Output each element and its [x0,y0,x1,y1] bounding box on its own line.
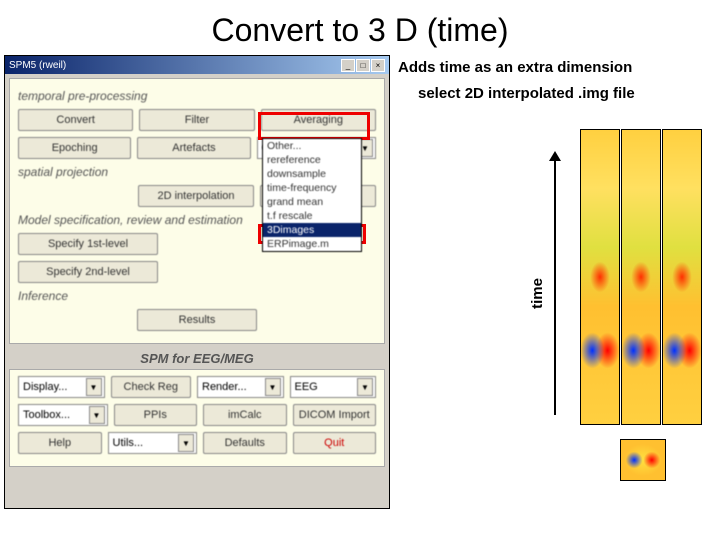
convert-button[interactable]: Convert [18,109,133,131]
render-label: Render... [202,381,247,393]
bottom-panel: Display... ▼ Check Reg Render... ▼ EEG ▼ To… [9,369,385,467]
specify2-button[interactable]: Specify 2nd-level [18,261,158,283]
menu-item-erpimage[interactable]: ERPimage.m [263,237,361,251]
chevron-down-icon[interactable]: ▼ [265,378,281,396]
toolbox-label: Toolbox... [23,409,70,421]
checkreg-button[interactable]: Check Reg [111,376,192,398]
minimize-button[interactable]: _ [341,59,355,72]
display-dropdown[interactable]: Display... ▼ [18,376,105,398]
display-label: Display... [23,381,67,393]
eeg-dropdown[interactable]: EEG ▼ [290,376,377,398]
menu-item-other[interactable]: Other... [263,139,361,153]
dicom-button[interactable]: DICOM Import [293,404,377,426]
menu-item-tfrescale[interactable]: t.f rescale [263,209,361,223]
utils-dropdown[interactable]: Utils... ▼ [108,432,198,454]
eeg-label: EEG [295,381,318,393]
maximize-button[interactable]: □ [356,59,370,72]
heatmap-topo [620,439,666,481]
annotation-select-file: select 2D interpolated .img file [418,85,635,102]
slide-title: Convert to 3 D (time) [0,0,720,55]
menu-item-timefreq[interactable]: time-frequency [263,181,361,195]
menu-item-3dimages[interactable]: 3Dimages [263,223,361,237]
close-button[interactable]: × [371,59,385,72]
render-dropdown[interactable]: Render... ▼ [197,376,284,398]
epoching-button[interactable]: Epoching [18,137,131,159]
averaging-button[interactable]: Averaging [261,109,376,131]
spm-window: SPM5 (rweil) _ □ × temporal pre-processi… [4,55,390,509]
titlebar-buttons: _ □ × [341,59,385,72]
time-axis-label: time [529,278,546,309]
imcalc-button[interactable]: imCalc [203,404,287,426]
arrow-line [554,157,556,415]
artefacts-button[interactable]: Artefacts [137,137,250,159]
heatmap-strip-2 [621,129,661,425]
menu-item-downsample[interactable]: downsample [263,167,361,181]
app-footer-label: SPM for EEG/MEG [5,348,389,369]
specify1-button[interactable]: Specify 1st-level [18,233,158,255]
time-axis-arrow [546,147,562,417]
heatmap-strip-3 [662,129,702,425]
utils-label: Utils... [113,437,144,449]
section-inference: Inference [18,289,376,303]
interp2d-button[interactable]: 2D interpolation [138,185,254,207]
heatmap-strip-1 [580,129,620,425]
window-title: SPM5 (rweil) [9,60,66,71]
menu-item-grandmean[interactable]: grand mean [263,195,361,209]
chevron-down-icon[interactable]: ▼ [178,434,194,452]
results-button[interactable]: Results [137,309,257,331]
section-temporal: temporal pre-processing [18,89,376,103]
menu-item-rereference[interactable]: rereference [263,153,361,167]
chevron-down-icon[interactable]: ▼ [357,378,373,396]
ppis-button[interactable]: PPIs [114,404,198,426]
quit-button[interactable]: Quit [293,432,377,454]
chevron-down-icon[interactable]: ▼ [86,378,102,396]
window-titlebar: SPM5 (rweil) _ □ × [5,56,389,74]
defaults-button[interactable]: Defaults [203,432,287,454]
content-area: SPM5 (rweil) _ □ × temporal pre-processi… [0,55,720,535]
toolbox-dropdown[interactable]: Toolbox... ▼ [18,404,108,426]
other-dropdown-menu[interactable]: Other... rereference downsample time-fre… [262,138,362,252]
chevron-down-icon[interactable]: ▼ [89,406,105,424]
annotation-adds-time: Adds time as an extra dimension [398,59,632,76]
help-button[interactable]: Help [18,432,102,454]
filter-button[interactable]: Filter [139,109,254,131]
